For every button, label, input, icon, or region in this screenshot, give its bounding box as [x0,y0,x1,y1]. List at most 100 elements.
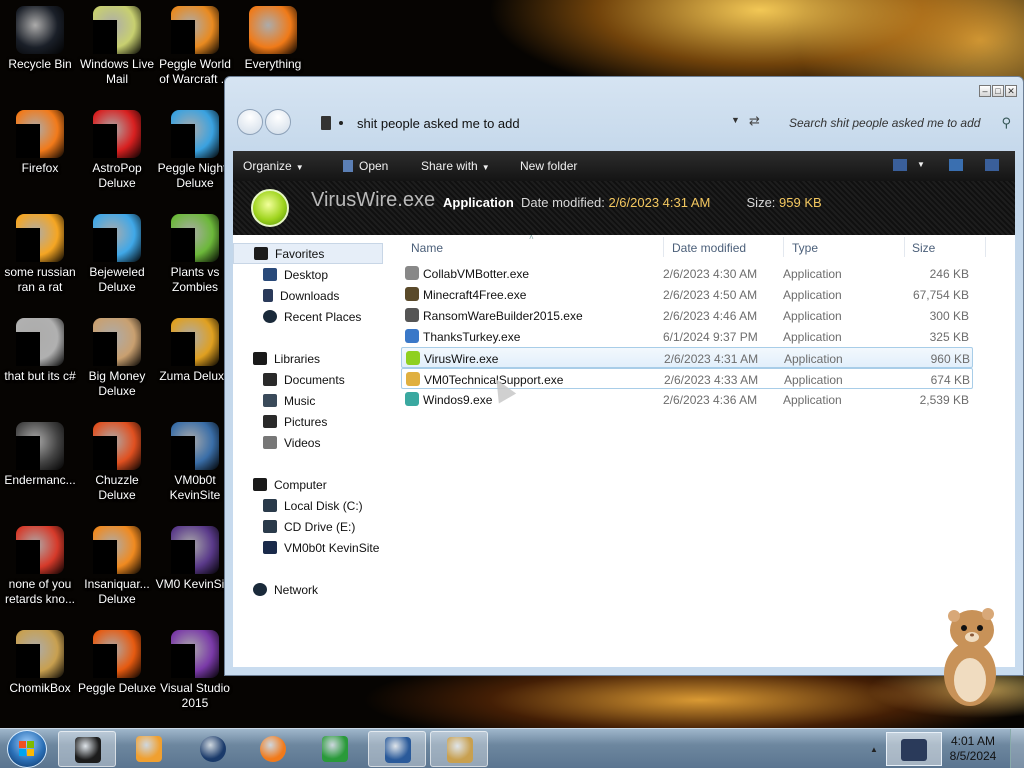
bejeweled-icon [93,214,141,262]
column-separator[interactable] [985,237,986,257]
peggle-deluxe-icon [93,630,141,678]
desktop-icon[interactable]: Recycle Bin [0,6,80,72]
content-area: Favorites Desktop Downloads Recent Place… [233,233,1015,667]
file-row[interactable]: CollabVMBotter.exe 2/6/2023 4:30 AM Applic… [401,263,973,284]
tray-expand-icon[interactable]: ▲ [870,745,878,754]
taskbar-app-button[interactable] [306,731,364,767]
desktop-icon[interactable]: Bejeweled Deluxe [77,214,157,295]
maximize-button[interactable]: □ [992,85,1004,97]
preview-pane-icon[interactable] [949,159,963,171]
organize-button[interactable]: Organize ▼ [243,159,304,173]
share-with-button[interactable]: Share with ▼ [421,159,490,173]
new-folder-button[interactable]: New folder [520,159,577,173]
nav-recent-places[interactable]: Recent Places [263,306,361,327]
nav-network[interactable]: Network [253,579,318,600]
file-row[interactable]: Windos9.exe 2/6/2023 4:36 AM Application 2,… [401,389,973,410]
nav-favorites[interactable]: Favorites [233,243,383,264]
forward-button[interactable] [265,109,291,135]
nav-desktop[interactable]: Desktop [263,264,328,285]
column-separator[interactable] [783,237,784,257]
clock-date: 8/5/2024 [949,749,997,763]
show-desktop-button[interactable] [1010,729,1024,768]
nav-videos[interactable]: Videos [263,432,320,453]
column-separator[interactable] [663,237,664,257]
desktop-icon[interactable]: Peggle Nights Deluxe [155,110,235,191]
hamster-desktop-pet[interactable] [936,604,1004,708]
column-date-modified[interactable]: Date modified [672,241,746,259]
desktop-icon[interactable]: VM0b0t KevinSite [155,422,235,503]
redaction-block [93,228,117,262]
system-clock[interactable]: 4:01 AM 8/5/2024 [944,734,1002,764]
address-dropdown-icon[interactable]: ▼ [731,115,740,125]
file-row[interactable]: Minecraft4Free.exe 2/6/2023 4:50 AM Applic… [401,284,973,305]
taskbar-app-button[interactable] [368,731,426,767]
tray-notification-area[interactable] [886,732,942,766]
network-tray-icon[interactable] [901,739,927,761]
file-type: Application [783,330,842,344]
open-button[interactable]: Open [343,159,388,173]
desktop-icon[interactable]: Visual Studio 2015 [155,630,235,711]
column-size[interactable]: Size [912,241,935,259]
column-type[interactable]: Type [792,241,818,259]
taskbar-app-button[interactable] [430,731,488,767]
back-button[interactable] [237,109,263,135]
refresh-icon[interactable]: ⇄ [749,113,760,129]
taskbar-app-button[interactable] [184,731,242,767]
search-icon[interactable]: ⚲ [1001,115,1011,131]
taskbar-app-button[interactable] [58,731,116,767]
desktop-icon[interactable]: Endermanc... [0,422,80,488]
desktop-icon[interactable]: Zuma Deluxe [155,318,235,384]
desktop-icon[interactable]: ChomikBox [0,630,80,696]
nav-computer[interactable]: Computer [253,474,327,495]
start-button[interactable] [7,730,47,768]
file-row[interactable]: VirusWire.exe 2/6/2023 4:31 AM Application… [401,347,973,368]
nav-cd-drive[interactable]: CD Drive (E:) [263,516,355,537]
kevinsite-icon [171,422,219,470]
nav-downloads[interactable]: Downloads [263,285,339,306]
redaction-block [16,644,40,678]
file-name: VirusWire.exe [424,352,499,366]
help-icon[interactable] [985,159,999,171]
minimize-button[interactable]: – [979,85,991,97]
desktop-icon-label: Peggle Deluxe [77,681,157,695]
desktop-icon[interactable]: Insaniquar... Deluxe [77,526,157,607]
change-view-icon[interactable] [893,159,907,171]
file-row[interactable]: VM0TechnicalSupport.exe 2/6/2023 4:33 AM A… [401,368,973,389]
desktop-icon[interactable]: Chuzzle Deluxe [77,422,157,503]
desktop-icon[interactable]: VM0 KevinSi... [155,526,235,592]
desktop-icon[interactable]: Big Money Deluxe [77,318,157,399]
desktop-icon[interactable]: Peggle World of Warcraft ... [155,6,235,87]
nav-music[interactable]: Music [263,390,315,411]
file-date: 2/6/2023 4:33 AM [664,373,759,387]
nav-kevinsite[interactable]: VM0b0t KevinSite [263,537,379,558]
explorer-window: – □ ✕ shit people asked me to add ▼ ⇄ Se… [224,76,1024,676]
taskbar-app-button[interactable] [120,731,178,767]
nav-local-disk[interactable]: Local Disk (C:) [263,495,363,516]
file-row[interactable]: RansomWareBuilder2015.exe 2/6/2023 4:46 A… [401,305,973,326]
desktop-icon[interactable]: Peggle Deluxe [77,630,157,696]
address-bar[interactable]: shit people asked me to add [307,111,757,135]
details-date-value: 2/6/2023 4:31 AM [608,195,711,210]
nav-libraries[interactable]: Libraries [253,348,320,369]
taskbar-app-button[interactable] [244,731,302,767]
desktop-icon[interactable]: Firefox [0,110,80,176]
desktop-icon[interactable]: some russian ran a rat [0,214,80,295]
desktop-icon[interactable]: none of you retards kno... [0,526,80,607]
nav-pictures[interactable]: Pictures [263,411,327,432]
search-box[interactable]: Search shit people asked me to add ⚲ [775,111,1017,135]
desktop-icon[interactable]: Windows Live Mail [77,6,157,87]
desktop-icon[interactable]: that but its c# [0,318,80,384]
mail-icon [93,6,141,54]
insaniquarium-icon [93,526,141,574]
file-list: Name ˄ Date modified Type Size CollabVMB… [401,233,1015,667]
column-separator[interactable] [904,237,905,257]
view-dropdown-icon[interactable]: ▼ [917,160,925,169]
file-row[interactable]: ThanksTurkey.exe 6/1/2024 9:37 PM Applicat… [401,326,973,347]
desktop-icon[interactable]: AstroPop Deluxe [77,110,157,191]
close-button[interactable]: ✕ [1005,85,1017,97]
desktop-icon[interactable]: Plants vs Zombies [155,214,235,295]
shortcut-icon [16,318,64,366]
column-name[interactable]: Name [411,241,443,259]
desktop-icon[interactable]: Everything [233,6,313,72]
nav-documents[interactable]: Documents [263,369,345,390]
